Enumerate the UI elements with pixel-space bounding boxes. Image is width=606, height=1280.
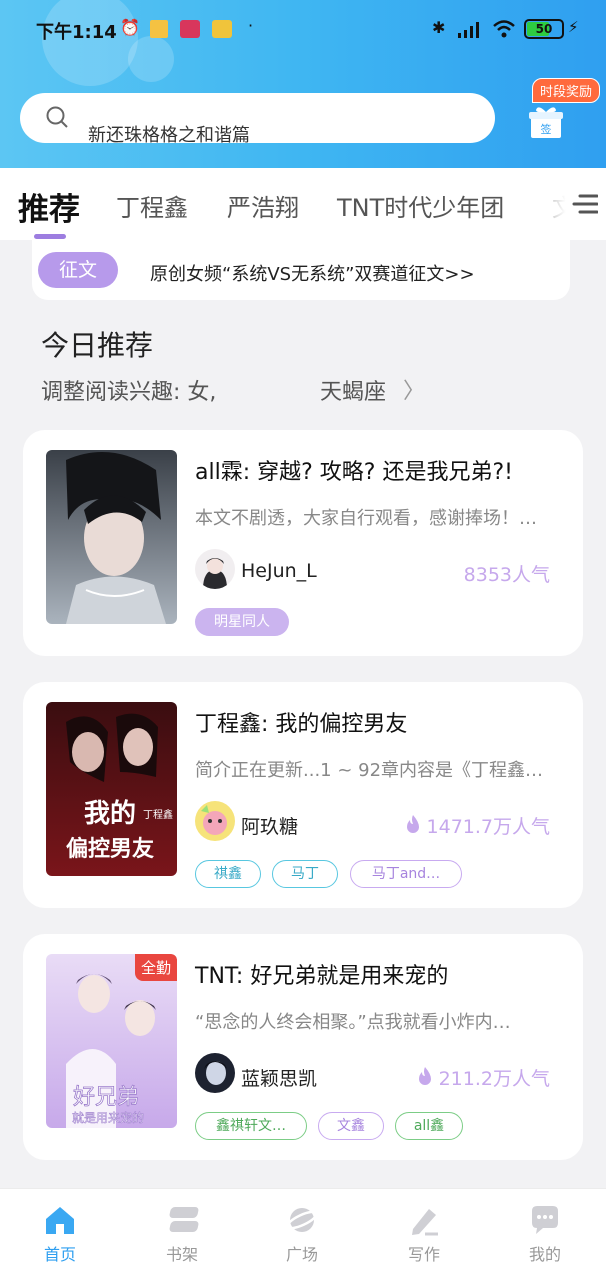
weibo-icon xyxy=(212,20,232,38)
search-bar[interactable]: 新还珠格格之和谐篇 xyxy=(20,93,495,146)
book-title: all霖: 穿越? 攻略? 还是我兄弟?! xyxy=(195,460,513,485)
nav-bookshelf[interactable]: 书架 xyxy=(142,1203,222,1265)
bluetooth-icon: ✱ xyxy=(432,18,446,37)
author-name[interactable]: 阿玖糖 xyxy=(241,812,298,839)
menu-icon[interactable] xyxy=(570,190,598,218)
more-notifications-icon: · xyxy=(248,16,254,35)
author-name[interactable]: HeJun_L xyxy=(241,560,317,582)
popularity: 8353人气 xyxy=(463,564,550,586)
book-title: TNT: 好兄弟就是用来宠的 xyxy=(195,964,449,989)
tag-chip[interactable]: 马丁and… xyxy=(350,860,462,888)
avatar[interactable] xyxy=(195,549,235,589)
sign-in-label: 签 xyxy=(541,122,552,136)
tag-chip[interactable]: 文鑫 xyxy=(318,1112,384,1140)
flame-icon xyxy=(418,1067,431,1085)
category-tabs: 推荐 丁程鑫 严浩翔 TNT时代少年团 文 xyxy=(0,168,606,240)
alarm-icon: ⏰ xyxy=(120,18,140,37)
notice-tag: 征文 xyxy=(38,252,118,288)
battery-icon: 50 xyxy=(524,19,564,39)
avatar[interactable] xyxy=(195,801,235,841)
book-description: 简介正在更新...1 ~ 92章内容是《丁程鑫… xyxy=(195,760,544,781)
popularity: 211.2万人气 xyxy=(417,1064,550,1091)
nav-mine[interactable]: 我的 xyxy=(505,1203,585,1265)
active-tab-indicator xyxy=(34,234,66,239)
tag-chip[interactable]: 祺鑫 xyxy=(195,860,261,888)
tag-chip[interactable]: 鑫祺轩文… xyxy=(195,1112,307,1140)
full-attendance-badge: 全勤 xyxy=(134,954,177,981)
wifi-icon xyxy=(493,20,515,38)
search-placeholder: 新还珠格格之和谐篇 xyxy=(88,125,250,146)
cover-title-line1: 我的 xyxy=(84,798,136,829)
app-notification-icon xyxy=(180,20,200,38)
tab-recommend[interactable]: 推荐 xyxy=(18,184,80,229)
contest-notice[interactable]: 征文 原创女频“系统VS无系统”双赛道征文>> xyxy=(32,240,570,300)
notice-text: 原创女频“系统VS无系统”双赛道征文>> xyxy=(150,264,475,285)
book-description: 本文不剧透，大家自行观看，感谢捧场！… xyxy=(195,508,537,529)
book-cover[interactable]: 好兄弟 就是用来宠的 全勤 xyxy=(46,954,177,1128)
cover-title-line2: 就是用来宠的 xyxy=(72,1110,144,1125)
status-time: 下午1:14 xyxy=(36,22,117,43)
avatar[interactable] xyxy=(195,1053,235,1093)
app-header: 下午1:14 ⏰ · ✱ 50 ⚡ 新还珠格格之和谐篇 时段奖励 签 xyxy=(0,0,606,168)
zodiac-label: 天蝎座 xyxy=(320,380,387,405)
book-cover[interactable] xyxy=(46,450,177,624)
chevron-right-icon: 〉 xyxy=(403,379,426,404)
bookshelf-icon xyxy=(169,1207,199,1232)
cover-title-line1: 好兄弟 xyxy=(73,1085,139,1110)
bottom-navigation: 首页 书架 广场 写作 我的 xyxy=(0,1188,606,1280)
popularity: 1471.7万人气 xyxy=(405,812,550,839)
book-card[interactable]: 我的 偏控男友 丁程鑫 丁程鑫: 我的偏控男友 简介正在更新...1 ~ 92章… xyxy=(23,682,583,908)
tab-tnt[interactable]: TNT时代少年团 xyxy=(337,188,504,223)
tag-chip[interactable]: 明星同人 xyxy=(195,608,289,636)
tab-yanhaoxiang[interactable]: 严浩翔 xyxy=(227,188,299,223)
book-card[interactable]: all霖: 穿越? 攻略? 还是我兄弟?! 本文不剧透，大家自行观看，感谢捧场！… xyxy=(23,430,583,656)
cover-author: 丁程鑫 xyxy=(143,808,173,821)
cover-title-line2: 偏控男友 xyxy=(66,836,154,862)
book-cover[interactable]: 我的 偏控男友 丁程鑫 xyxy=(46,702,177,876)
gift-icon[interactable]: 签 xyxy=(528,104,564,140)
home-icon xyxy=(46,1207,74,1234)
nav-write[interactable]: 写作 xyxy=(384,1203,464,1265)
tag-chip[interactable]: all鑫 xyxy=(395,1112,463,1140)
reward-badge[interactable]: 时段奖励 xyxy=(532,78,601,103)
section-title: 今日推荐 xyxy=(41,329,154,362)
signal-icon xyxy=(458,22,479,38)
charging-icon: ⚡ xyxy=(568,18,579,36)
book-card[interactable]: 好兄弟 就是用来宠的 全勤 TNT: 好兄弟就是用来宠的 “思念的人终会相聚。”… xyxy=(23,934,583,1160)
reading-interest[interactable]: 调整阅读兴趣: 女, 天蝎座 〉 xyxy=(41,374,425,406)
tab-dingchengxin[interactable]: 丁程鑫 xyxy=(116,188,188,223)
author-name[interactable]: 蓝颖思凯 xyxy=(241,1064,317,1091)
status-bar: 下午1:14 ⏰ · ✱ 50 ⚡ xyxy=(0,14,606,44)
tag-chip[interactable]: 马丁 xyxy=(272,860,338,888)
nav-plaza[interactable]: 广场 xyxy=(262,1203,342,1265)
planet-icon xyxy=(286,1208,318,1232)
chat-icon xyxy=(532,1206,558,1234)
book-title: 丁程鑫: 我的偏控男友 xyxy=(195,712,408,737)
pen-icon xyxy=(412,1209,438,1236)
notification-icon xyxy=(150,20,168,38)
search-icon xyxy=(46,106,68,128)
book-description: “思念的人终会相聚。”点我就看小炸内… xyxy=(195,1012,511,1033)
flame-icon xyxy=(406,815,419,833)
nav-home[interactable]: 首页 xyxy=(20,1203,100,1265)
interest-label: 调整阅读兴趣: 女, xyxy=(41,380,217,405)
